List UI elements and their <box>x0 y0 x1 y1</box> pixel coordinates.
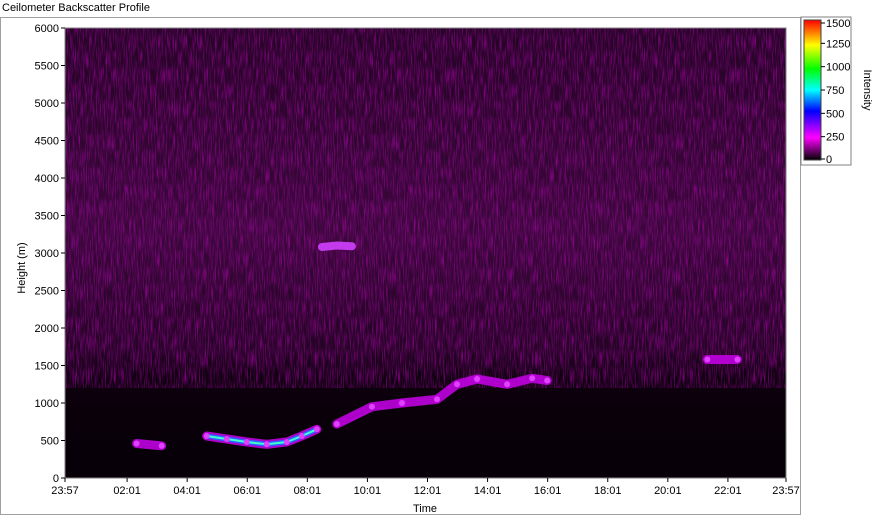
y-axis-label: Height (m) <box>16 242 28 293</box>
backscatter-point <box>544 377 551 384</box>
backscatter-point <box>283 439 290 445</box>
x-tick-label: 20:01 <box>654 485 682 497</box>
backscatter-point <box>734 356 741 363</box>
backscatter-point <box>529 375 536 382</box>
backscatter-point <box>133 440 140 447</box>
y-tick-label: 500 <box>41 436 59 448</box>
x-tick-label: 02:01 <box>113 485 141 497</box>
colorbar-tick-label: 500 <box>826 108 844 120</box>
x-tick-label: 04:01 <box>173 485 201 497</box>
colorbar: 0 250 500 750 1000 1250 1500 Intensity <box>800 16 873 166</box>
x-tick-label: 16:01 <box>534 485 562 497</box>
backscatter-point <box>158 442 165 449</box>
backscatter-point <box>223 436 230 442</box>
backscatter-point <box>474 376 481 382</box>
x-tick-label: 14:01 <box>474 485 502 497</box>
backscatter-point <box>333 421 340 427</box>
backscatter-point <box>243 439 250 445</box>
x-tick-label: 12:01 <box>414 485 442 497</box>
colorbar-tick-label: 1250 <box>826 38 850 50</box>
colorbar-tick-label: 1500 <box>826 18 850 30</box>
y-tick-label: 1000 <box>35 398 59 410</box>
backscatter-point <box>704 356 711 363</box>
y-tick-label: 3000 <box>35 248 59 260</box>
colorbar-label: Intensity <box>861 70 873 111</box>
elevated-layer-path <box>317 241 356 251</box>
x-tick-label: 18:01 <box>594 485 622 497</box>
x-tick-label: 23:57 <box>51 485 79 497</box>
backscatter-point <box>203 433 210 439</box>
backscatter-halo <box>472 373 552 389</box>
colorbar-tick-label: 750 <box>826 85 844 97</box>
x-axis: 23:57 02:01 04:01 06:01 08:01 10:01 12:01 14:01… <box>51 478 800 497</box>
x-tick-label: 08:01 <box>294 485 322 497</box>
x-tick-label: 06:01 <box>233 485 261 497</box>
backscatter-point <box>504 381 511 388</box>
y-tick-label: 2500 <box>35 286 59 298</box>
y-tick-label: 1500 <box>35 361 59 373</box>
backscatter-point <box>398 400 405 406</box>
backscatter-point <box>263 441 270 448</box>
backscatter-point <box>298 433 305 439</box>
colorbar-tick-label: 0 <box>826 154 832 166</box>
x-tick-label: 22:01 <box>714 485 742 497</box>
backscatter-point <box>313 426 320 433</box>
x-axis-label: Time <box>413 503 437 515</box>
y-tick-label: 3500 <box>35 211 59 223</box>
colorbar-gradient <box>803 19 822 161</box>
backscatter-point <box>368 403 375 410</box>
y-tick-label: 2000 <box>35 323 59 335</box>
x-tick-label: 10:01 <box>354 485 382 497</box>
colorbar-tick-label: 250 <box>826 132 844 144</box>
colorbar-tick-label: 1000 <box>826 62 850 74</box>
backscatter-halo <box>132 439 167 451</box>
y-tick-label: 0 <box>53 473 59 485</box>
backscatter-point <box>454 381 461 388</box>
backscatter-point <box>434 396 441 403</box>
x-tick-label: 23:57 <box>772 485 800 497</box>
